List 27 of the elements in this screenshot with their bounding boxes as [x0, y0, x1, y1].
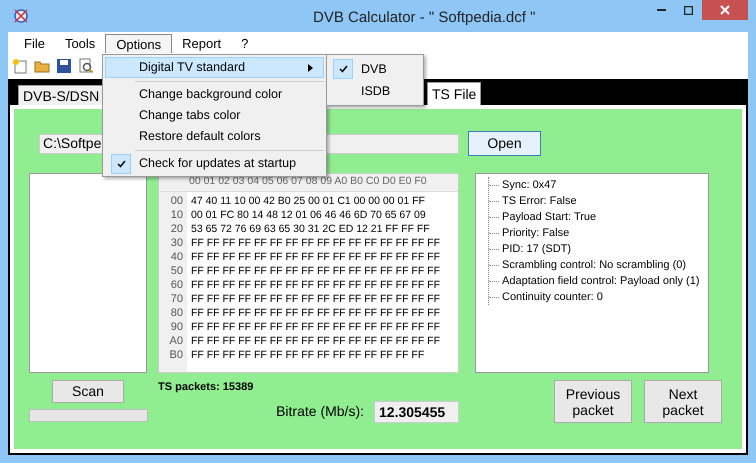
row-offset: A0 [170, 334, 183, 348]
hex-bytes: FF FF FF FF FF FF FF FF FF FF FF FF FF FF FF FF [191, 264, 440, 278]
row-offset: 10 [170, 208, 183, 222]
row-offset: B0 [170, 348, 183, 362]
hex-bytes: FF FF FF FF FF FF FF FF FF FF FF FF FF FF FF FF [191, 320, 440, 334]
row-offset: 80 [170, 306, 183, 320]
row-offset: 70 [170, 292, 183, 306]
hex-bytes: 00 01 FC 80 14 48 12 01 06 46 46 6D 70 65 67 09 [191, 208, 427, 222]
hex-bytes: FF FF FF FF FF FF FF FF FF FF FF FF FF FF FF FF [191, 306, 440, 320]
row-offset: 50 [170, 264, 183, 278]
ts-packets-count: TS packets: 15389 [158, 380, 254, 395]
row-offset: 40 [170, 250, 183, 264]
hex-bytes: FF FF FF FF FF FF FF FF FF FF FF FF FF FF FF FF [191, 236, 440, 250]
hex-bytes: FF FF FF FF FF FF FF FF FF FF FF FF FF FF FF FF [191, 334, 440, 348]
row-offset: 30 [170, 236, 183, 250]
hex-bytes: FF FF FF FF FF FF FF FF FF FF FF FF FF FF FF [191, 348, 426, 362]
hex-bytes: 53 65 72 76 69 63 65 30 31 2C ED 12 21 FF FF FF [191, 222, 431, 236]
row-offset: 90 [170, 320, 183, 334]
hex-bytes: FF FF FF FF FF FF FF FF FF FF FF FF FF FF FF FF [191, 250, 440, 264]
hex-bytes: 47 40 11 10 00 42 B0 25 00 01 C1 00 00 00 01 FF [191, 194, 426, 208]
row-offset: 20 [170, 222, 183, 236]
window-title: DVB Calculator - " Softpedia.dcf " [313, 8, 536, 28]
hex-bytes: FF FF FF FF FF FF FF FF FF FF FF FF FF FF FF FF [191, 278, 440, 292]
bitrate-label: Bitrate (Mb/s): [276, 402, 364, 421]
hex-bytes: FF FF FF FF FF FF FF FF FF FF FF FF FF FF FF FF [191, 292, 440, 306]
row-offset: 00 [170, 194, 183, 208]
row-offset: 60 [170, 278, 183, 292]
